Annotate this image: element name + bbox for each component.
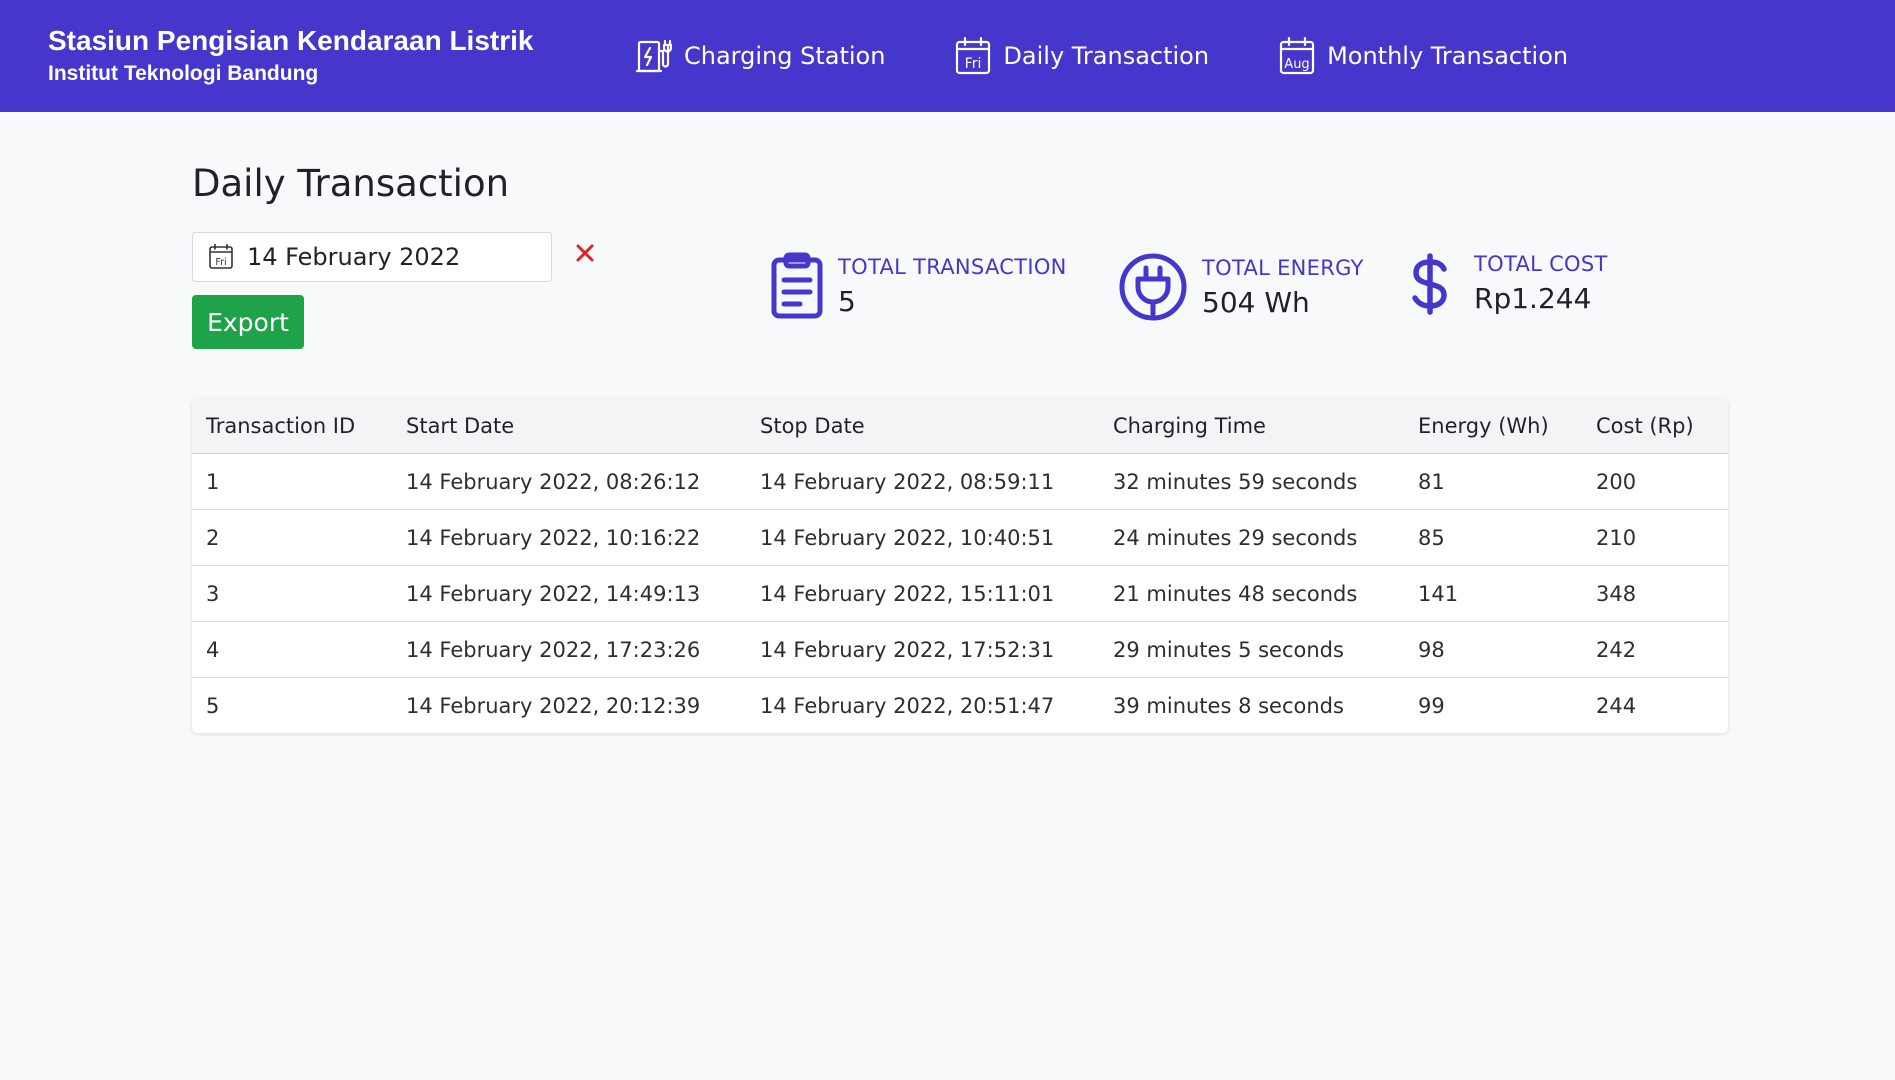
date-picker[interactable]: Fri 14 February 2022 (192, 232, 552, 282)
cell-cost: 242 (1582, 621, 1728, 678)
clear-date-button[interactable] (570, 236, 600, 274)
calendar-day-icon: Fri (955, 37, 991, 75)
transaction-table: Transaction ID Start Date Stop Date Char… (192, 398, 1728, 733)
cell-start-date: 14 February 2022, 10:16:22 (392, 509, 746, 566)
close-icon (575, 243, 595, 267)
calendar-month-icon: Aug (1279, 37, 1315, 75)
stat-energy-label: TOTAL ENERGY (1202, 255, 1364, 280)
stat-transaction-label: TOTAL TRANSACTION (838, 254, 1067, 279)
nav-daily-transaction-label: Daily Transaction (1003, 42, 1210, 70)
cell-energy: 141 (1404, 565, 1582, 622)
table-row[interactable]: 5 14 February 2022, 20:12:39 14 February… (192, 677, 1728, 733)
cell-stop-date: 14 February 2022, 20:51:47 (746, 677, 1099, 733)
header-cost[interactable]: Cost (Rp) (1582, 398, 1728, 454)
brand-subtitle: Institut Teknologi Bandung (48, 62, 319, 85)
svg-text:Fri: Fri (965, 56, 982, 72)
date-value: 14 February 2022 (247, 243, 461, 271)
stat-energy-value: 504 Wh (1202, 285, 1310, 319)
cell-cost: 200 (1596, 469, 1637, 494)
cell-charging-time: 21 minutes 48 seconds (1099, 565, 1404, 622)
clipboard-icon (770, 252, 824, 320)
cell-start-date: 14 February 2022, 08:26:12 (406, 469, 701, 494)
cell-energy: 99 (1404, 677, 1582, 733)
nav-daily-transaction[interactable]: Fri Daily Transaction (955, 37, 1209, 75)
cell-charging-time: 32 minutes 59 seconds (1113, 469, 1358, 494)
cell-start-date: 14 February 2022, 17:23:26 (392, 621, 746, 678)
header-energy[interactable]: Energy (Wh) (1404, 398, 1582, 454)
transaction-table-card: Transaction ID Start Date Stop Date Char… (192, 398, 1728, 733)
cell-cost: 210 (1582, 509, 1728, 566)
nav-charging-station-label: Charging Station (684, 42, 886, 70)
cell-start-date: 14 February 2022, 14:49:13 (392, 565, 746, 622)
dollar-icon (1410, 252, 1450, 315)
calendar-icon: Fri (209, 244, 233, 270)
header-charging-time[interactable]: Charging Time (1099, 398, 1404, 454)
cell-stop-date: 14 February 2022, 08:59:11 (760, 469, 1055, 494)
header-stop-date[interactable]: Stop Date (746, 398, 1099, 454)
stat-total-cost: TOTAL COST Rp1.244 (1410, 252, 1608, 315)
cell-cost: 244 (1582, 677, 1728, 733)
cell-start-date: 14 February 2022, 20:12:39 (392, 677, 746, 733)
page-title: Daily Transaction (192, 162, 510, 205)
table-row[interactable]: 1 14 February 2022, 08:26:12 14 February… (192, 454, 1728, 510)
table-header-row: Transaction ID Start Date Stop Date Char… (192, 398, 1728, 454)
nav-monthly-transaction[interactable]: Aug Monthly Transaction (1279, 37, 1568, 75)
cell-stop-date: 14 February 2022, 10:40:51 (746, 509, 1099, 566)
stat-total-energy: TOTAL ENERGY 504 Wh (1118, 252, 1364, 322)
cell-transaction-id: 1 (206, 469, 220, 494)
cell-stop-date: 14 February 2022, 15:11:01 (746, 565, 1099, 622)
top-navbar: Stasiun Pengisian Kendaraan Listrik Inst… (0, 0, 1895, 112)
header-transaction-id[interactable]: Transaction ID (192, 398, 392, 454)
brand[interactable]: Stasiun Pengisian Kendaraan Listrik Inst… (0, 24, 584, 88)
cell-charging-time: 29 minutes 5 seconds (1099, 621, 1404, 678)
stat-transaction-value: 5 (838, 284, 856, 318)
cell-stop-date: 14 February 2022, 17:52:31 (746, 621, 1099, 678)
cell-transaction-id: 2 (192, 509, 392, 566)
nav-charging-station[interactable]: Charging Station (636, 37, 885, 75)
cell-cost: 348 (1582, 565, 1728, 622)
brand-title: Stasiun Pengisian Kendaraan Listrik (48, 25, 534, 56)
export-button[interactable]: Export (192, 295, 304, 349)
cell-energy: 85 (1404, 509, 1582, 566)
table-row[interactable]: 3 14 February 2022, 14:49:13 14 February… (192, 565, 1728, 622)
cell-transaction-id: 4 (192, 621, 392, 678)
header-start-date[interactable]: Start Date (392, 398, 746, 454)
cell-energy: 81 (1418, 469, 1445, 494)
cell-transaction-id: 5 (192, 677, 392, 733)
stat-cost-label: TOTAL COST (1474, 252, 1608, 276)
cell-transaction-id: 3 (192, 565, 392, 622)
cell-energy: 98 (1404, 621, 1582, 678)
cell-charging-time: 24 minutes 29 seconds (1099, 509, 1404, 566)
stat-total-transaction: TOTAL TRANSACTION 5 (770, 252, 1067, 320)
table-row[interactable]: 2 14 February 2022, 10:16:22 14 February… (192, 509, 1728, 566)
table-row[interactable]: 4 14 February 2022, 17:23:26 14 February… (192, 621, 1728, 678)
plug-icon (1118, 252, 1188, 322)
stat-cost-value: Rp1.244 (1474, 282, 1592, 315)
charging-station-icon (636, 37, 672, 75)
cell-charging-time: 39 minutes 8 seconds (1099, 677, 1404, 733)
svg-text:Aug: Aug (1284, 57, 1309, 72)
nav-monthly-transaction-label: Monthly Transaction (1327, 42, 1569, 70)
svg-text:Fri: Fri (215, 257, 226, 268)
